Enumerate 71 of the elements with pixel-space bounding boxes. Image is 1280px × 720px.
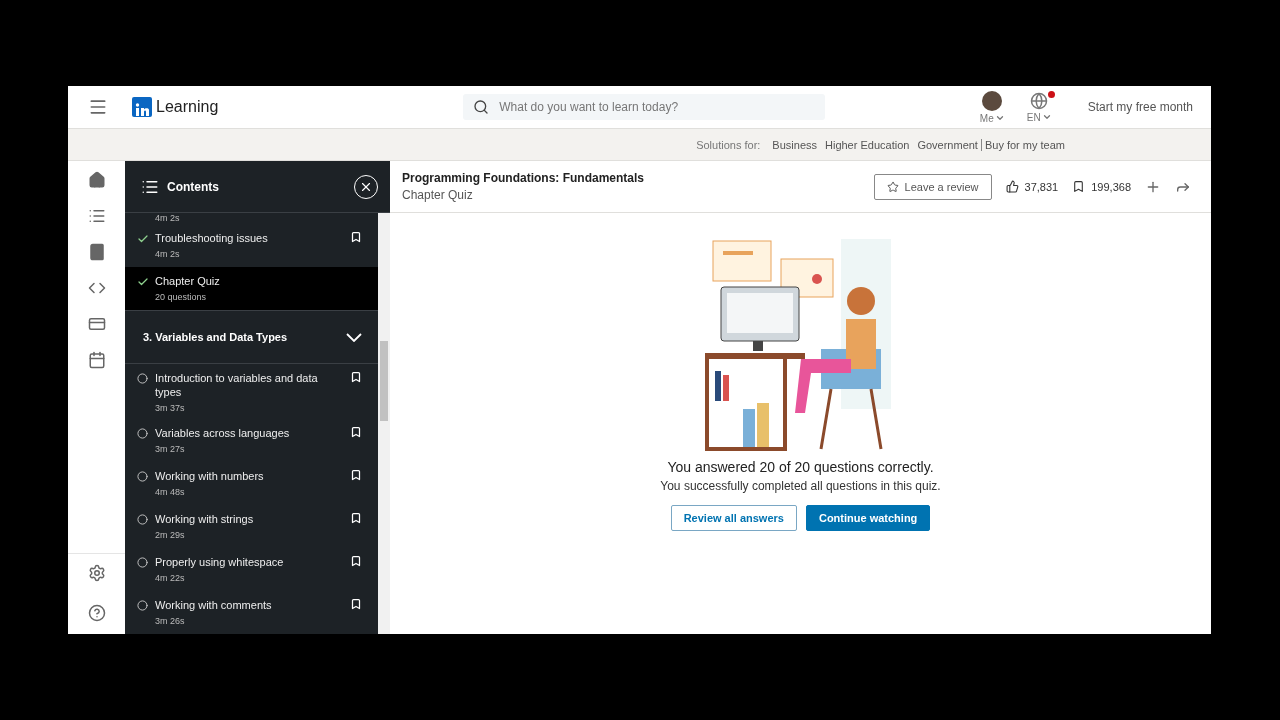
lesson-duration: 4m 22s — [155, 573, 186, 583]
solutions-link[interactable]: Higher Education — [825, 138, 910, 151]
lesson-duration: 2m 29s — [155, 530, 186, 540]
lesson-title: Introduction to variables and data types — [155, 371, 319, 400]
avatar — [982, 90, 1003, 111]
bookmark-icon[interactable] — [350, 598, 362, 610]
lesson-item[interactable]: Chapter Quiz 20 questions — [125, 267, 378, 310]
lesson-duration: 3m 26s — [155, 616, 186, 626]
review-answers-button[interactable]: Review all answers — [670, 505, 797, 531]
solutions-label: Solutions for: — [696, 138, 761, 151]
bookmark-icon[interactable] — [350, 512, 362, 524]
solutions-link[interactable]: Government — [917, 138, 978, 151]
continue-button[interactable]: Continue watching — [805, 505, 931, 531]
settings-icon[interactable] — [87, 564, 106, 582]
bookmark-icon[interactable] — [350, 231, 362, 243]
lesson-title: Properly using whitespace — [155, 555, 285, 569]
review-button[interactable]: Leave a review — [873, 173, 992, 200]
lesson-item[interactable]: Properly using whitespace 4m 22s — [125, 548, 378, 591]
caret-icon — [994, 113, 1005, 123]
star-icon — [886, 180, 899, 193]
free-month-link[interactable]: Start my free month — [1087, 100, 1193, 114]
result-message: You successfully completed all questions in this quiz. — [660, 479, 941, 493]
lesson-item[interactable]: Working with comments 3m 26s — [125, 591, 378, 634]
lesson-title: Working with numbers — [155, 469, 265, 483]
course-subtitle: Chapter Quiz — [402, 188, 474, 202]
solutions-link[interactable]: Business — [772, 138, 817, 151]
lesson-duration: 3m 37s — [155, 403, 186, 414]
me-menu[interactable]: Me — [979, 112, 1005, 124]
bookmark-icon[interactable] — [1072, 180, 1086, 193]
lesson-item[interactable]: Variables across languages 3m 27s — [125, 419, 378, 462]
search-icon — [473, 99, 490, 115]
thumbs-up-icon[interactable] — [1005, 180, 1019, 193]
lesson-item[interactable]: Troubleshooting issues 4m 2s — [125, 224, 378, 267]
lesson-title: Variables across languages — [155, 426, 291, 440]
search-bar[interactable]: What do you want to learn today? — [463, 94, 826, 120]
bookmark-icon[interactable] — [350, 555, 362, 567]
search-field[interactable]: What do you want to learn today? — [497, 99, 816, 115]
lesson-item[interactable]: Introduction to variables and data types 3m 37s — [125, 364, 378, 419]
lesson-title: Working with comments — [155, 598, 273, 612]
section-header[interactable]: 3. Variables and Data Types — [125, 310, 378, 365]
team-link[interactable]: Buy for my team — [980, 138, 1065, 151]
menu-icon[interactable] — [88, 97, 108, 117]
lesson-item[interactable]: Working with strings 2m 29s — [125, 505, 378, 548]
help-icon[interactable] — [87, 604, 106, 622]
likes-count: 37,831 — [1024, 180, 1059, 193]
section-title: 3. Variables and Data Types — [143, 331, 289, 344]
brand-name: Learning — [156, 98, 219, 116]
course-title: Programming Foundations: Fundamentals — [402, 171, 644, 185]
lesson-title: Working with strings — [155, 512, 255, 526]
bookmark-icon[interactable] — [350, 371, 362, 384]
bookmark-icon[interactable] — [350, 469, 362, 481]
logo-icon — [132, 97, 152, 117]
lesson-duration: 4m 48s — [155, 487, 186, 497]
home-icon[interactable] — [87, 171, 106, 189]
caret-icon — [1041, 112, 1052, 122]
lesson-duration: 3m 27s — [155, 444, 186, 454]
calendar-icon[interactable] — [87, 351, 106, 369]
saves-count: 199,368 — [1091, 180, 1131, 193]
lesson-duration: 4m 2s — [155, 213, 180, 224]
language-menu[interactable]: EN — [1026, 111, 1052, 123]
globe-icon[interactable] — [1030, 91, 1049, 110]
list-icon[interactable] — [87, 207, 106, 225]
card-icon[interactable] — [87, 315, 106, 333]
result-headline: You answered 20 of 20 questions correctly. — [667, 459, 934, 475]
lesson-duration: 4m 2s — [155, 249, 181, 259]
lesson-duration: 20 questions — [155, 292, 208, 302]
lesson-title: Chapter Quiz — [155, 274, 221, 288]
bookmark-icon[interactable] — [350, 426, 362, 438]
lesson-item[interactable]: Working with numbers 4m 48s — [125, 462, 378, 505]
contents-title: Contents — [167, 179, 219, 194]
lesson-title: Troubleshooting issues — [155, 231, 269, 245]
